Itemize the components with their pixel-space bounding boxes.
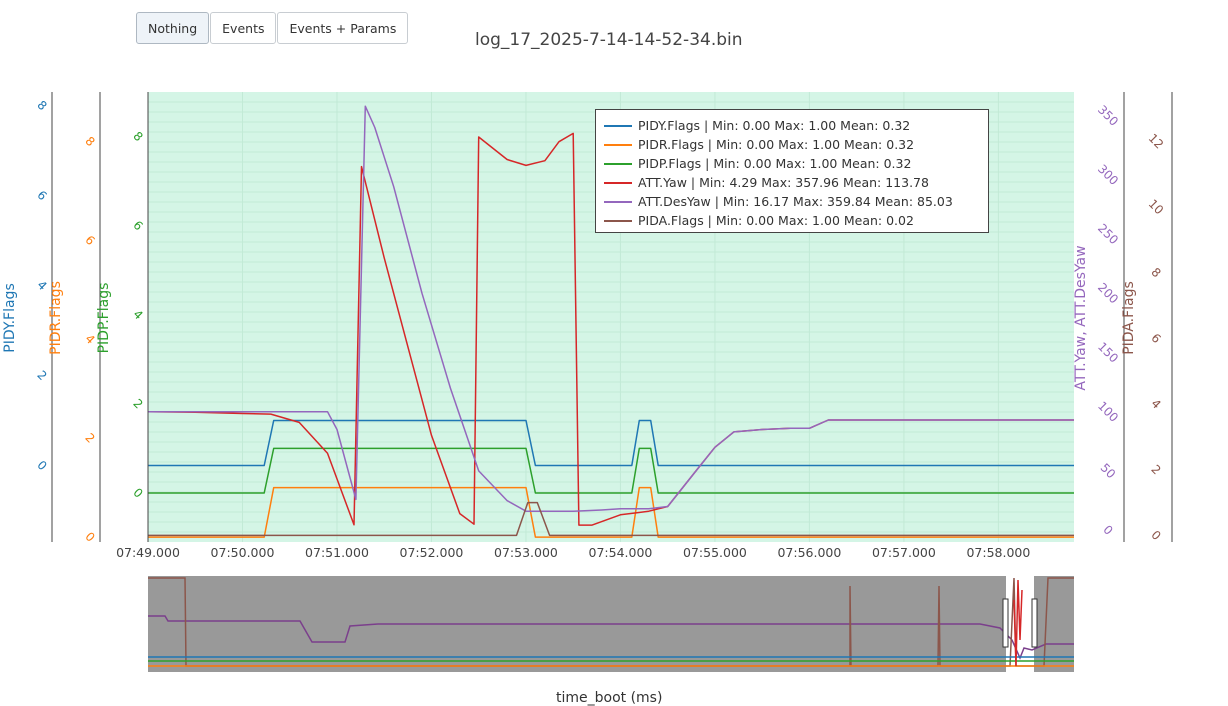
y-tick-label-pidp: 8 (130, 129, 145, 144)
x-tick-label: 07:51.000 (305, 545, 369, 560)
y-tick-label-pidr: 2 (82, 431, 97, 446)
y-axis-title-pidp: PIDP.Flags (96, 283, 112, 354)
y-tick-label-att: 0 (1100, 523, 1115, 538)
legend-item-pida[interactable]: PIDA.Flags | Min: 0.00 Max: 1.00 Mean: 0… (604, 211, 980, 230)
legend-label: PIDP.Flags | Min: 0.00 Max: 1.00 Mean: 0… (638, 156, 912, 171)
legend-label: ATT.DesYaw | Min: 16.17 Max: 359.84 Mean… (638, 194, 953, 209)
range-navigator[interactable] (148, 576, 1074, 672)
legend-item-pidy[interactable]: PIDY.Flags | Min: 0.00 Max: 1.00 Mean: 0… (604, 116, 980, 135)
y-tick-label-pidy: 6 (34, 188, 49, 203)
y-tick-label-att: 100 (1095, 399, 1121, 425)
y-axis-title-pidr: PIDR.Flags (48, 281, 64, 355)
y-tick-label-pidy: 8 (34, 98, 49, 113)
legend-swatch (604, 162, 632, 165)
x-tick-label: 07:54.000 (589, 545, 653, 560)
y-tick-label-pida: 4 (1148, 396, 1163, 411)
legend-item-pidp[interactable]: PIDP.Flags | Min: 0.00 Max: 1.00 Mean: 0… (604, 154, 980, 173)
y-tick-label-pidy: 2 (34, 368, 49, 383)
navigator-left-handle[interactable] (1002, 598, 1009, 648)
legend-swatch (604, 181, 632, 184)
x-tick-label: 07:56.000 (777, 545, 841, 560)
y-tick-label-pidy: 0 (34, 458, 49, 473)
navigator-right-handle[interactable] (1031, 598, 1038, 648)
y-tick-label-pidr: 8 (82, 134, 97, 149)
y-axis-title-pida: PIDA.Flags (1121, 281, 1137, 355)
legend-item-att-yaw[interactable]: ATT.Yaw | Min: 4.29 Max: 357.96 Mean: 11… (604, 173, 980, 192)
x-tick-label: 07:52.000 (400, 545, 464, 560)
y-tick-label-att: 50 (1098, 461, 1119, 482)
y-tick-label-att: 250 (1095, 221, 1121, 247)
legend-label: PIDA.Flags | Min: 0.00 Max: 1.00 Mean: 0… (638, 213, 914, 228)
y-tick-label-pida: 8 (1148, 265, 1163, 280)
y-tick-label-att: 350 (1095, 103, 1121, 129)
y-tick-label-pidp: 4 (130, 307, 145, 322)
y-tick-label-pidr: 0 (82, 529, 97, 544)
y-tick-label-pidp: 2 (130, 396, 145, 411)
x-tick-label: 07:49.000 (116, 545, 180, 560)
y-tick-label-pida: 10 (1146, 197, 1167, 218)
y-tick-label-pida: 0 (1148, 528, 1163, 543)
y-tick-label-att: 200 (1095, 280, 1121, 306)
legend[interactable]: PIDY.Flags | Min: 0.00 Max: 1.00 Mean: 0… (595, 109, 989, 233)
x-tick-label: 07:58.000 (966, 545, 1030, 560)
y-axis-title-att: ATT.Yaw, ATT.DesYaw (1073, 245, 1089, 390)
y-axis-title-pidy: PIDY.Flags (2, 283, 18, 352)
legend-swatch (604, 143, 632, 146)
x-tick-label: 07:50.000 (211, 545, 275, 560)
legend-swatch (604, 200, 632, 203)
legend-swatch (604, 124, 632, 127)
y-tick-label-pida: 2 (1148, 462, 1163, 477)
y-tick-label-pidr: 6 (82, 233, 97, 248)
x-tick-label: 07:55.000 (683, 545, 747, 560)
legend-item-att-desyaw[interactable]: ATT.DesYaw | Min: 16.17 Max: 359.84 Mean… (604, 192, 980, 211)
plot-area[interactable]: 07:49.000 07:50.000 07:51.000 07:52.000 07:5… (0, 0, 1228, 703)
x-tick-label: 07:57.000 (872, 545, 936, 560)
legend-item-pidr[interactable]: PIDR.Flags | Min: 0.00 Max: 1.00 Mean: 0… (604, 135, 980, 154)
legend-label: ATT.Yaw | Min: 4.29 Max: 357.96 Mean: 11… (638, 175, 929, 190)
y-tick-label-pida: 12 (1146, 131, 1167, 152)
legend-label: PIDR.Flags | Min: 0.00 Max: 1.00 Mean: 0… (638, 137, 915, 152)
x-tick-label: 07:53.000 (494, 545, 558, 560)
y-tick-label-pidp: 6 (130, 218, 145, 233)
legend-label: PIDY.Flags | Min: 0.00 Max: 1.00 Mean: 0… (638, 118, 911, 133)
y-tick-label-pidp: 0 (130, 485, 145, 500)
x-axis-title: time_boot (ms) (556, 690, 663, 706)
legend-swatch (604, 219, 632, 222)
y-tick-label-pida: 6 (1148, 331, 1163, 346)
y-tick-label-att: 150 (1095, 339, 1121, 365)
y-tick-label-att: 300 (1095, 162, 1121, 188)
